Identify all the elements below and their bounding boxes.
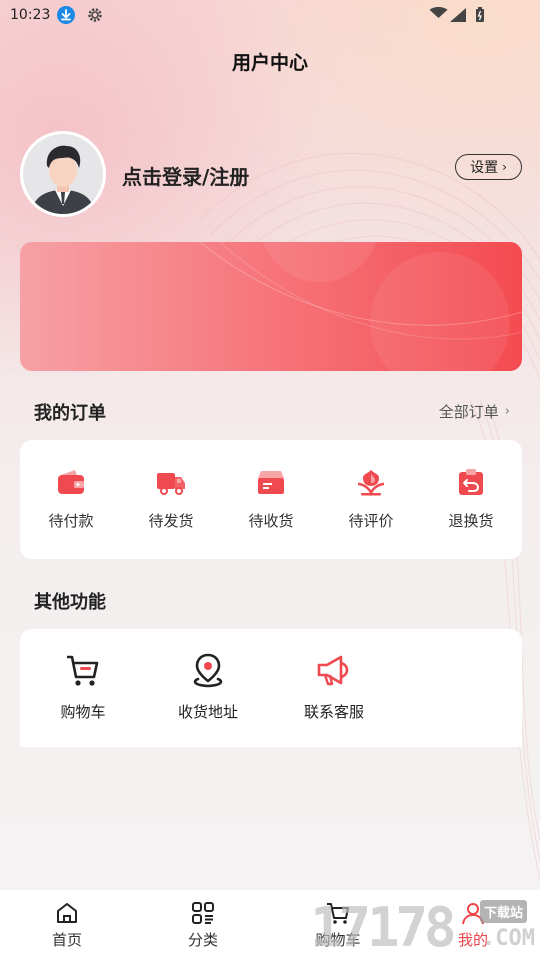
tab-home[interactable]: 首页 xyxy=(22,900,112,950)
settings-button[interactable]: 设置 › xyxy=(455,154,522,180)
functions-card: 购物车 收货地址 联系客服 xyxy=(20,629,522,747)
order-returns[interactable]: 退换货 xyxy=(421,466,521,531)
megaphone-icon xyxy=(315,651,353,689)
avatar[interactable] xyxy=(20,131,106,217)
watermark-domain: .COM xyxy=(482,926,535,951)
watermark-tag: 下载站 xyxy=(480,900,528,923)
all-orders-link[interactable]: 全部订单 › xyxy=(439,401,510,422)
order-label: 待付款 xyxy=(48,512,94,530)
truck-icon xyxy=(155,466,187,498)
settings-label: 设置 xyxy=(470,160,499,176)
function-label: 收货地址 xyxy=(177,703,238,721)
cart-icon xyxy=(64,651,102,689)
order-label: 待评价 xyxy=(348,512,394,530)
order-pending-receipt[interactable]: 待收货 xyxy=(221,466,321,531)
tab-label: 首页 xyxy=(51,931,82,949)
wallet-icon xyxy=(55,466,87,498)
function-cart[interactable]: 购物车 xyxy=(28,651,138,722)
status-indicators xyxy=(428,6,508,24)
order-pending-review[interactable]: 待评价 xyxy=(321,466,421,531)
order-pending-shipment[interactable]: 待发货 xyxy=(121,466,221,531)
order-label: 退换货 xyxy=(448,512,494,530)
gear-icon xyxy=(86,6,104,24)
tab-category[interactable]: 分类 xyxy=(158,900,248,950)
function-label: 购物车 xyxy=(60,703,106,721)
box-icon xyxy=(255,466,287,498)
function-address[interactable]: 收货地址 xyxy=(153,651,263,722)
chevron-right-icon: › xyxy=(504,404,510,419)
watermark-logo: 17178 下载站 .COM xyxy=(310,896,540,960)
signal-icon xyxy=(450,8,466,22)
download-icon xyxy=(57,6,75,24)
wifi-icon xyxy=(429,6,448,18)
status-time: 10:23 xyxy=(10,7,51,23)
watermark-number: 17178 xyxy=(310,896,457,959)
orders-section-title: 我的订单 xyxy=(34,403,106,424)
status-bar: 10:23 xyxy=(0,0,540,32)
functions-section-title: 其他功能 xyxy=(34,592,106,613)
battery-icon xyxy=(476,7,484,22)
home-icon xyxy=(54,900,80,926)
function-label: 联系客服 xyxy=(303,703,364,721)
order-label: 待收货 xyxy=(248,512,294,530)
chevron-right-icon: › xyxy=(502,160,507,174)
category-icon xyxy=(190,900,216,926)
order-pending-payment[interactable]: 待付款 xyxy=(21,466,121,531)
user-avatar-icon xyxy=(23,134,103,214)
location-icon xyxy=(189,651,227,689)
function-customer-service[interactable]: 联系客服 xyxy=(279,651,389,722)
promo-banner[interactable] xyxy=(20,242,522,371)
flower-icon xyxy=(355,466,387,498)
tab-label: 分类 xyxy=(187,931,218,949)
return-icon xyxy=(455,466,487,498)
order-label: 待发货 xyxy=(148,512,194,530)
orders-card: 待付款 待发货 待收货 待评价 退换货 xyxy=(20,440,522,559)
banner-decoration xyxy=(199,242,522,371)
page-title: 用户中心 xyxy=(231,52,308,74)
all-orders-label: 全部订单 xyxy=(438,403,499,421)
login-register-link[interactable]: 点击登录/注册 xyxy=(122,161,249,190)
